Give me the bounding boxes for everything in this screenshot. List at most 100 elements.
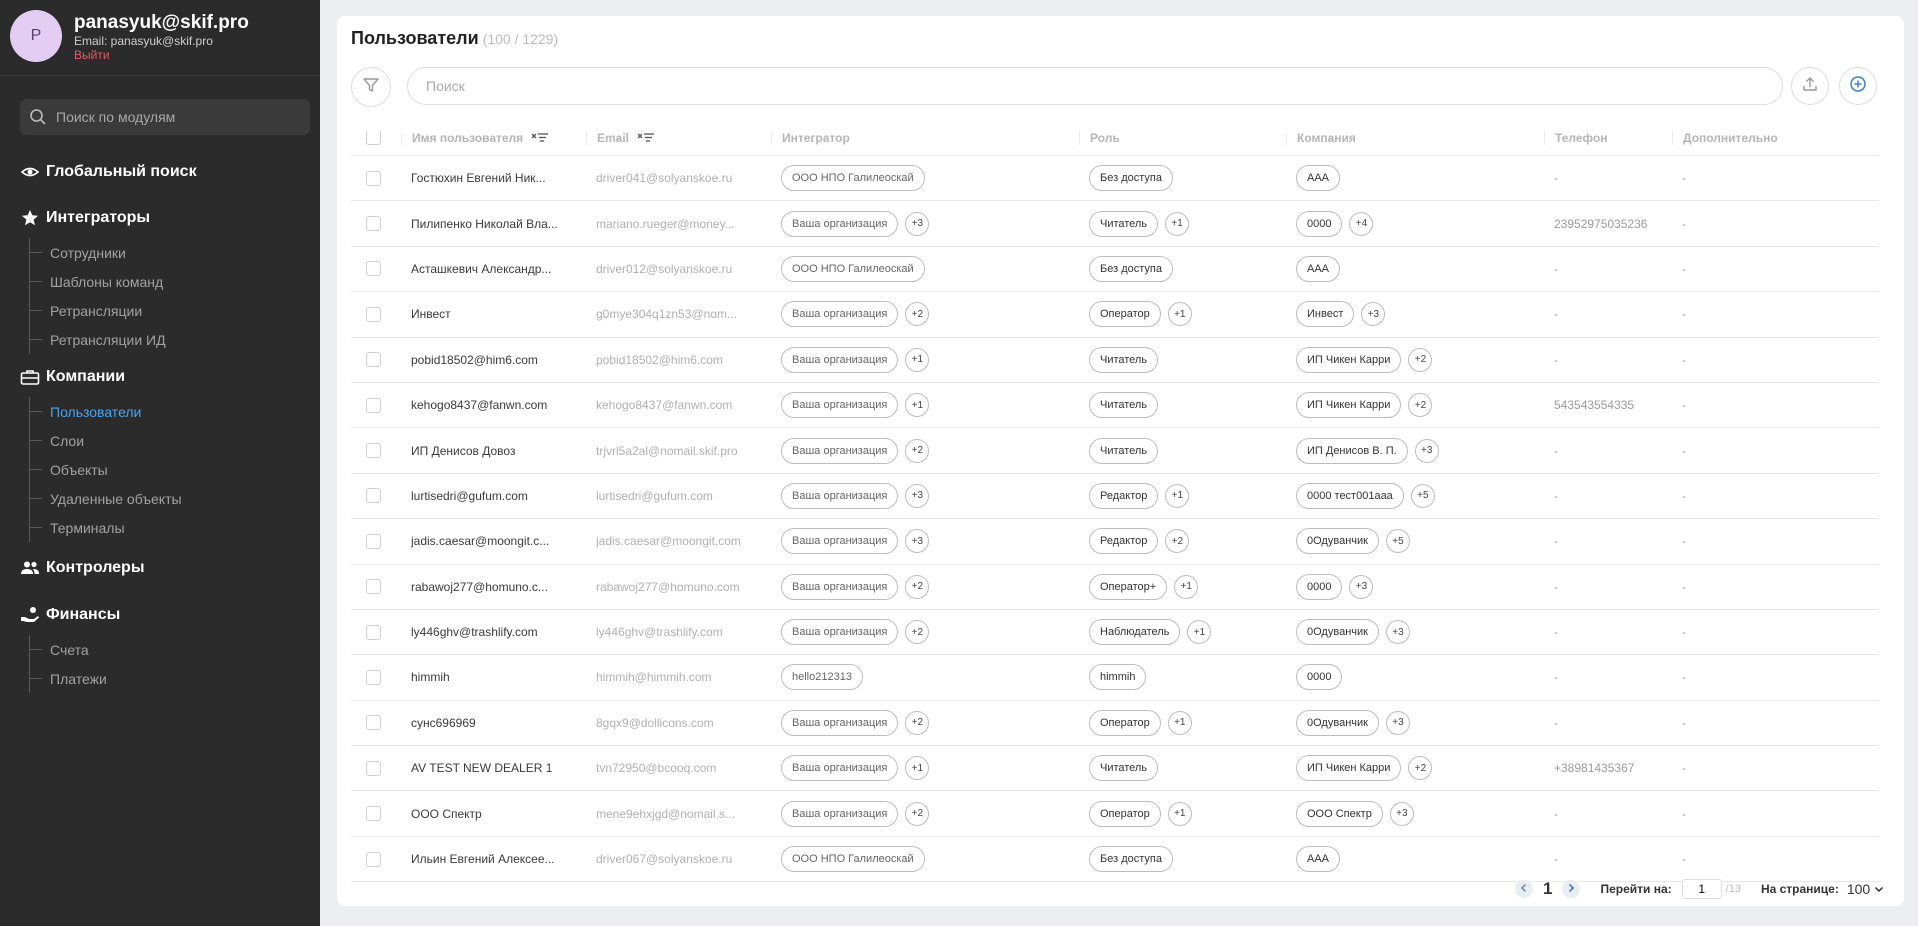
table-row[interactable]: pobid18502@him6.com pobid18502@him6.com Ва… [351,338,1879,383]
company-chip[interactable]: 0Одуванчик [1296,709,1379,736]
integrator-chip[interactable]: Ваша организация [781,346,899,373]
integrator-chip[interactable]: Ваша организация [781,528,899,555]
table-row[interactable]: Асташкевич Александр... driver012@solyans… [351,247,1879,293]
row-checkbox[interactable] [365,261,381,277]
role-chip[interactable]: Читатель [1089,392,1159,419]
row-checkbox[interactable] [365,806,381,822]
cell-username[interactable]: Гостюхин Евгений Ник... [401,171,586,185]
cell-email[interactable]: g0mye304q1zn53@nom... [586,307,771,321]
sidebar-item-deleted-objects[interactable]: Удаленные объекты [30,484,320,513]
integrator-chip[interactable]: Ваша организация [781,301,899,328]
role-more-badge[interactable]: +1 [1174,574,1199,599]
role-more-badge[interactable]: +1 [1165,211,1190,236]
integrator-more-badge[interactable]: +3 [905,483,930,508]
role-chip[interactable]: Читатель [1089,437,1159,464]
role-chip[interactable]: Читатель [1089,210,1159,237]
integrator-chip[interactable]: Ваша организация [781,392,899,419]
company-chip[interactable]: ААА [1296,255,1341,282]
add-user-button[interactable] [1839,67,1877,105]
table-row[interactable]: Гостюхин Евгений Ник... driver041@solyans… [351,156,1879,202]
integrator-chip[interactable]: Ваша организация [781,210,899,237]
integrator-chip[interactable]: ООО НПО Галилеоскай [781,846,925,873]
cell-email[interactable]: driver041@solyanskoe.ru [586,171,771,185]
row-checkbox[interactable] [365,488,381,504]
integrator-more-badge[interactable]: +2 [905,710,930,735]
role-chip[interactable]: Читатель [1089,346,1159,373]
cell-username[interactable]: Пилипенко Николай Вла... [401,217,586,231]
role-chip[interactable]: Оператор [1089,709,1161,736]
company-more-badge[interactable]: +3 [1414,438,1439,463]
integrator-more-badge[interactable]: +2 [905,801,930,826]
table-row[interactable]: lurtisedri@gufum.com lurtisedri@gufum.com… [351,474,1879,520]
sidebar-item-layers[interactable]: Слои [30,426,320,455]
sort-clear-icon[interactable] [637,132,655,144]
integrator-more-badge[interactable]: +2 [905,302,930,327]
company-chip[interactable]: 0Одуванчик [1296,619,1379,646]
table-row[interactable]: himmih himmih@himmih.com hello212313 himmih… [351,655,1879,701]
integrator-chip[interactable]: ООО НПО Галилеоскай [781,165,925,192]
cell-email[interactable]: pobid18502@him6.com [586,353,771,367]
table-row[interactable]: Пилипенко Николай Вла... mariano.rueger@m… [351,201,1879,247]
company-more-badge[interactable]: +2 [1408,347,1433,372]
cell-username[interactable]: ООО Спектр [401,807,586,821]
sidebar-item-users[interactable]: Пользователи [30,397,320,426]
integrator-more-badge[interactable]: +3 [905,529,930,554]
logout-link[interactable]: Выйти [74,48,110,62]
cell-email[interactable]: driver012@solyanskoe.ru [586,262,771,276]
role-chip[interactable]: Наблюдатель [1089,619,1181,646]
company-more-badge[interactable]: +5 [1410,483,1435,508]
row-checkbox[interactable] [365,624,381,640]
cell-username[interactable]: kehogo8437@fanwn.com [401,398,586,412]
role-chip[interactable]: himmih [1089,664,1147,691]
company-chip[interactable]: ИП Чикен Карри [1296,346,1402,373]
role-more-badge[interactable]: +1 [1187,620,1212,645]
col-extra[interactable]: Дополнительно [1672,130,1879,145]
role-chip[interactable]: Оператор+ [1089,573,1168,600]
cell-email[interactable]: mene9ehxjgd@nomail.s... [586,807,771,821]
col-phone[interactable]: Телефон [1544,130,1672,145]
per-page-select[interactable]: 100 [1847,881,1884,897]
cell-username[interactable]: jadis.caesar@moongit.c... [401,534,586,548]
nav-head-controllers[interactable]: Контролеры [0,554,320,582]
company-chip[interactable]: 0000 тест001ааа [1296,482,1404,509]
integrator-more-badge[interactable]: +1 [905,393,930,418]
table-row[interactable]: Инвест g0mye304q1zn53@nom... Ваша организа… [351,292,1879,338]
integrator-more-badge[interactable]: +1 [905,347,930,372]
integrator-chip[interactable]: Ваша организация [781,619,899,646]
select-all-checkbox[interactable] [365,130,381,145]
cell-username[interactable]: Ильин Евгений Алексее... [401,852,586,866]
next-page-button[interactable] [1562,880,1581,898]
company-more-badge[interactable]: +3 [1361,302,1386,327]
cell-username[interactable]: ly446ghv@trashlify.com [401,625,586,639]
company-chip[interactable]: 0000 [1296,210,1343,237]
sidebar-item-employees[interactable]: Сотрудники [30,238,320,267]
sidebar-item-retranslations-id[interactable]: Ретрансляции ИД [30,325,320,354]
row-checkbox[interactable] [365,760,381,776]
row-checkbox[interactable] [365,579,381,595]
role-chip[interactable]: Редактор [1089,482,1159,509]
nav-head-global-search[interactable]: Глобальный поиск [0,158,320,186]
company-more-badge[interactable]: +2 [1408,756,1433,781]
nav-head-companies[interactable]: Компании [0,363,320,391]
col-role[interactable]: Роль [1079,130,1286,145]
cell-username[interactable]: lurtisedri@gufum.com [401,489,586,503]
row-checkbox[interactable] [365,669,381,685]
company-more-badge[interactable]: +5 [1385,529,1410,554]
row-checkbox[interactable] [365,170,381,186]
role-chip[interactable]: Без доступа [1089,846,1173,873]
nav-global-search[interactable]: Глобальный поиск [0,158,320,186]
cell-username[interactable]: ИП Денисов Довоз [401,444,586,458]
role-chip[interactable]: Без доступа [1089,165,1173,192]
company-chip[interactable]: ААА [1296,165,1341,192]
integrator-more-badge[interactable]: +1 [905,756,930,781]
role-chip[interactable]: Редактор [1089,528,1159,555]
company-chip[interactable]: 0000 [1296,573,1343,600]
sidebar-item-retranslations[interactable]: Ретрансляции [30,296,320,325]
cell-email[interactable]: tvn72950@bcooq.com [586,761,771,775]
cell-email[interactable]: jadis.caesar@moongit.com [586,534,771,548]
table-row[interactable]: ООО Спектр mene9ehxjgd@nomail.s... Ваша ор… [351,791,1879,837]
cell-email[interactable]: trjvrl5a2al@nomail.skif.pro [586,444,771,458]
filter-button[interactable] [351,67,391,107]
cell-username[interactable]: Асташкевич Александр... [401,262,586,276]
module-search-input[interactable] [56,109,296,125]
